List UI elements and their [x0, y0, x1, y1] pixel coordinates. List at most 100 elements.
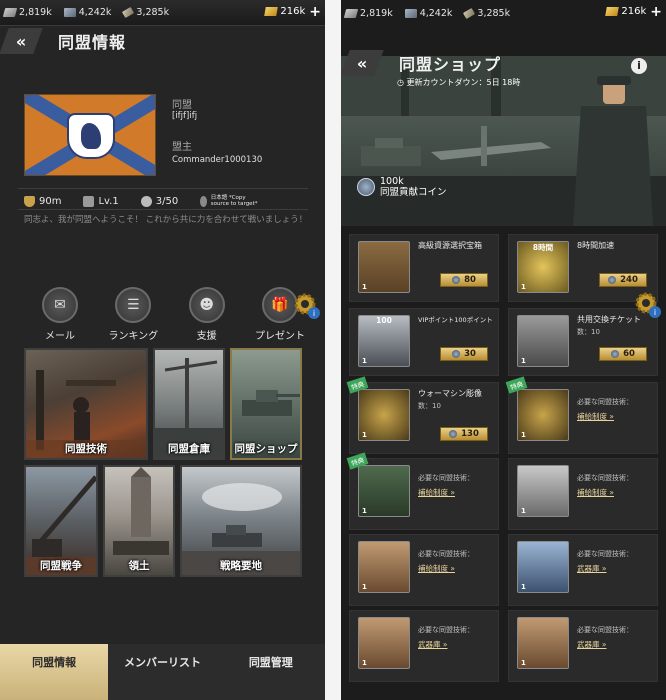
shop-item-locked[interactable]: 1 特典 必要な同盟技術： 補給制度 »	[346, 452, 499, 530]
back-button[interactable]: «	[0, 28, 43, 54]
resource-bar: 2,819k 4,242k 3,285k 216k +	[0, 0, 325, 26]
gold-display: 216k +	[605, 5, 662, 19]
territory-tile[interactable]: 領土	[103, 465, 175, 577]
tile-label: 戦略要地	[220, 560, 262, 572]
alliance-info-screen: 2,819k 4,242k 3,285k 216k + « 同盟情報 同盟 [if…	[0, 0, 325, 700]
back-arrow-icon: «	[15, 31, 27, 51]
coin-icon	[608, 276, 617, 284]
item-name: 共用交換チケット	[577, 315, 641, 324]
tab-alliance-info[interactable]: 同盟情報	[0, 644, 109, 700]
shop-item-locked[interactable]: 1 必要な同盟技術： 武器庫 »	[349, 610, 499, 682]
coin-icon	[452, 350, 461, 358]
coin-icon	[452, 276, 461, 284]
shop-item-locked[interactable]: 1 必要な同盟技術： 補給制度 »	[508, 458, 658, 530]
required-tech-link[interactable]: 武器庫 »	[418, 639, 447, 650]
shop-item[interactable]: 1 特典 ウォーマシン彫像 数：10 130	[346, 376, 499, 454]
action-buttons: ✉ メール ☰ ランキング ☻ 支援 🎁 プレゼント	[30, 287, 310, 342]
tab-alliance-management[interactable]: 同盟管理	[217, 644, 325, 700]
page-title: 同盟ショップ	[399, 55, 502, 74]
weapon-crate-icon: 1	[517, 617, 569, 669]
settings-gear-icon[interactable]: i	[292, 291, 322, 321]
divider	[18, 188, 308, 189]
oil-amount: 2,819k	[360, 7, 393, 19]
buy-button[interactable]: 60	[599, 347, 647, 361]
item-quantity: 数：10	[577, 328, 600, 336]
gift-label: プレゼント	[254, 331, 305, 342]
level-value: Lv.1	[98, 195, 119, 207]
lion-emblem-icon	[67, 113, 115, 159]
support-button[interactable]: ☻ 支援	[177, 287, 237, 342]
resource-bar: 2,819k 4,242k 3,285k 216k +	[341, 0, 666, 26]
gold-amount: 216k	[280, 6, 306, 17]
item-name: 8時間加速	[577, 241, 615, 250]
add-gold-button[interactable]: +	[309, 5, 321, 19]
buy-button[interactable]: 30	[440, 347, 488, 361]
alliance-shop-screen: 2,819k 4,242k 3,285k 216k + « 同盟ショップ ◷ 更新…	[341, 0, 666, 700]
members-value: 3/50	[155, 195, 179, 207]
mail-icon: ✉	[42, 287, 78, 323]
alliance-tech-tile[interactable]: 同盟技術	[24, 348, 148, 460]
shop-item[interactable]: 1 高級資源選択宝箱 80	[349, 234, 499, 302]
shop-item-locked[interactable]: 1 特典 必要な同盟技術： 補給制度 »	[505, 376, 658, 454]
alliance-motto: 同志よ、我が同盟へようこそ！ これから共に力を合わせて戦いましょう！	[24, 215, 308, 225]
svg-text:i: i	[313, 309, 315, 318]
required-tech-label: 必要な同盟技術：	[577, 398, 633, 406]
supply-drop-icon: 1	[517, 465, 569, 517]
required-tech-link[interactable]: 補給制度 »	[577, 411, 614, 422]
power-icon	[24, 195, 35, 207]
back-button[interactable]: «	[341, 50, 384, 76]
buy-button[interactable]: 80	[440, 273, 488, 287]
support-label: 支援	[196, 331, 217, 342]
settings-gear-icon[interactable]: i	[633, 290, 663, 320]
gold-display: 216k +	[264, 5, 321, 19]
buy-button[interactable]: 240	[599, 273, 647, 287]
war-machine-statue-icon: 1	[358, 389, 410, 441]
page-title: 同盟情報	[58, 33, 127, 52]
info-button[interactable]: i	[631, 58, 647, 74]
ranking-button[interactable]: ☰ ランキング	[103, 287, 163, 342]
language-value: 日本語 *Copy source to target*	[210, 195, 258, 207]
shop-item-locked[interactable]: 1 必要な同盟技術： 武器庫 »	[508, 534, 658, 606]
war-machine-statue-icon: 1	[517, 389, 569, 441]
required-tech-link[interactable]: 補給制度 »	[577, 487, 614, 498]
required-tech-link[interactable]: 武器庫 »	[577, 563, 606, 574]
required-tech-link[interactable]: 補給制度 »	[418, 563, 455, 574]
required-tech-label: 必要な同盟技術：	[418, 550, 474, 558]
divider	[18, 209, 308, 210]
alliance-label: 同盟	[172, 100, 192, 111]
item-name: 高級資源選択宝箱	[418, 241, 482, 250]
ammo-amount: 3,285k	[477, 7, 511, 19]
ranking-label: ランキング	[108, 331, 159, 342]
alliance-war-tile[interactable]: 同盟戦争	[24, 465, 98, 577]
refresh-countdown: ◷ 更新カウントダウン：5日 18時	[397, 77, 520, 88]
add-gold-button[interactable]: +	[650, 5, 662, 19]
alliance-warehouse-tile[interactable]: 同盟倉庫	[153, 348, 225, 460]
required-tech-link[interactable]: 補給制度 »	[418, 487, 455, 498]
coins-label: 同盟貢献コイン	[380, 187, 447, 198]
tile-label: 領土	[128, 560, 150, 572]
weapon-crate-icon: 1	[358, 617, 410, 669]
shop-item[interactable]: 100 1 VIPポイント100ポイント 30	[349, 308, 499, 376]
oil-amount: 2,819k	[19, 7, 52, 18]
tile-label: 同盟戦争	[40, 560, 82, 572]
svg-text:i: i	[654, 308, 656, 317]
exchange-ticket-icon: 1	[517, 315, 569, 367]
required-tech-link[interactable]: 武器庫 »	[577, 639, 606, 650]
contribution-coins: 100k 同盟貢献コイン	[357, 176, 447, 198]
shop-item-locked[interactable]: 1 必要な同盟技術： 武器庫 »	[508, 610, 658, 682]
tab-member-list[interactable]: メンバーリスト	[108, 644, 216, 700]
strategic-point-tile[interactable]: 戦略要地	[180, 465, 302, 577]
alliance-name: [ifjf]ifj	[172, 111, 198, 121]
leader-name: Commander1000130	[172, 155, 263, 165]
clock-icon: ◷	[397, 78, 404, 87]
mail-button[interactable]: ✉ メール	[30, 287, 90, 342]
shop-item-locked[interactable]: 1 必要な同盟技術： 補給制度 »	[349, 534, 499, 606]
back-arrow-icon: «	[356, 53, 368, 73]
required-tech-label: 必要な同盟技術：	[577, 626, 633, 634]
gold-amount: 216k	[621, 6, 647, 17]
alliance-flag	[24, 94, 156, 176]
ammo-icon	[122, 6, 135, 19]
buy-button[interactable]: 130	[440, 427, 488, 441]
alliance-shop-tile[interactable]: 同盟ショップ	[230, 348, 302, 460]
power-value: 90m	[39, 195, 62, 207]
